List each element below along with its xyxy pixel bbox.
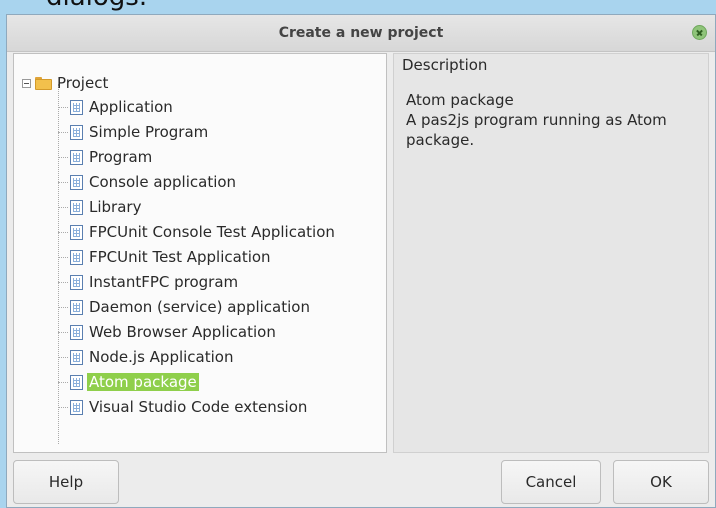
collapse-icon[interactable]: [22, 78, 31, 88]
tree-item-label: Program: [89, 148, 153, 166]
tree-item-label: Simple Program: [89, 123, 209, 141]
description-header: Description: [402, 56, 488, 74]
project-template-icon: [70, 274, 83, 290]
tree-item-label: Application: [89, 98, 173, 116]
tree-guide-connector: [58, 407, 68, 408]
tree-root-label: Project: [57, 74, 109, 92]
tree-item[interactable]: Program: [70, 146, 152, 168]
tree-item[interactable]: Visual Studio Code extension: [70, 396, 307, 418]
dialog-titlebar[interactable]: Create a new project: [7, 15, 715, 52]
tree-item[interactable]: Library: [70, 196, 141, 218]
tree-guide-line: [58, 84, 59, 444]
tree-item[interactable]: Application: [70, 96, 173, 118]
create-project-dialog: Create a new project Project Application…: [6, 14, 716, 508]
description-panel: Description Atom package A pas2js progra…: [393, 53, 709, 453]
project-template-icon: [70, 174, 83, 190]
tree-item-label: Console application: [89, 173, 237, 191]
cancel-button[interactable]: Cancel: [501, 460, 601, 504]
tree-item-label: Visual Studio Code extension: [89, 398, 308, 416]
tree-item[interactable]: InstantFPC program: [70, 271, 238, 293]
dialog-title: Create a new project: [278, 25, 444, 41]
tree-item[interactable]: FPCUnit Test Application: [70, 246, 271, 268]
tree-guide-connector: [58, 107, 68, 108]
project-template-icon: [70, 149, 83, 165]
tree-item[interactable]: Console application: [70, 171, 236, 193]
tree-guide-connector: [58, 282, 68, 283]
tree-item[interactable]: FPCUnit Console Test Application: [70, 221, 335, 243]
project-template-icon: [70, 399, 83, 415]
tree-guide-connector: [58, 132, 68, 133]
tree-item[interactable]: Daemon (service) application: [70, 296, 310, 318]
tree-root-project[interactable]: Project: [22, 72, 108, 94]
project-template-icon: [70, 299, 83, 315]
tree-guide-connector: [58, 182, 68, 183]
tree-item[interactable]: Simple Program: [70, 121, 208, 143]
tree-item-label: FPCUnit Test Application: [89, 248, 271, 266]
tree-guide-connector: [58, 307, 68, 308]
tree-item-label: Web Browser Application: [89, 323, 276, 341]
tree-guide-connector: [58, 357, 68, 358]
tree-item-label: InstantFPC program: [89, 273, 239, 291]
tree-guide-connector: [58, 207, 68, 208]
project-template-icon: [70, 349, 83, 365]
description-detail: A pas2js program running as Atom package…: [406, 111, 667, 149]
tree-item[interactable]: Atom package: [70, 371, 199, 393]
folder-icon: [35, 76, 52, 90]
tree-item-label: Node.js Application: [89, 348, 234, 366]
help-button[interactable]: Help: [13, 460, 119, 504]
description-text: Atom package A pas2js program running as…: [406, 90, 702, 150]
project-template-icon: [70, 249, 83, 265]
tree-guide-connector: [58, 232, 68, 233]
project-template-icon: [70, 374, 83, 390]
tree-guide-connector: [58, 332, 68, 333]
tree-item[interactable]: Node.js Application: [70, 346, 233, 368]
tree-item-label: Daemon (service) application: [89, 298, 310, 316]
project-template-icon: [70, 199, 83, 215]
background-caption: dialogs.: [46, 0, 147, 12]
close-icon[interactable]: [692, 25, 707, 40]
project-template-icon: [70, 224, 83, 240]
project-tree[interactable]: Project Application Simple Program Program…: [13, 53, 387, 453]
tree-item[interactable]: Web Browser Application: [70, 321, 276, 343]
description-title: Atom package: [406, 91, 514, 109]
tree-item-label: Atom package: [87, 373, 199, 391]
tree-item-label: Library: [89, 198, 142, 216]
project-template-icon: [70, 99, 83, 115]
tree-guide-connector: [58, 257, 68, 258]
tree-item-label: FPCUnit Console Test Application: [89, 223, 335, 241]
project-template-icon: [70, 324, 83, 340]
tree-guide-connector: [58, 157, 68, 158]
project-template-icon: [70, 124, 83, 140]
tree-guide-connector: [58, 382, 68, 383]
ok-button[interactable]: OK: [613, 460, 709, 504]
